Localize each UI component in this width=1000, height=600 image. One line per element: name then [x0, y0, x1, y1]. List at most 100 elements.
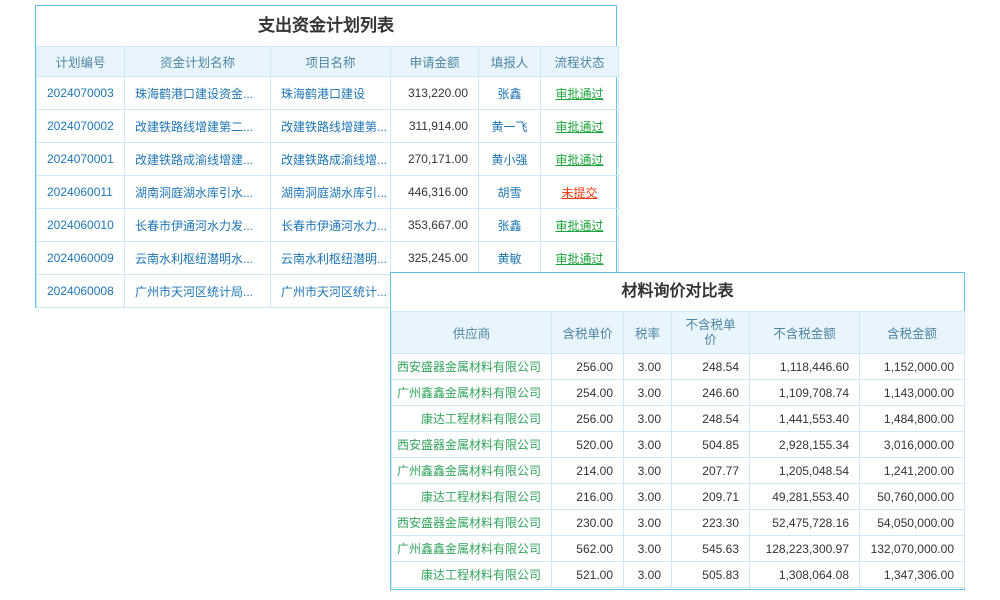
project-name-link[interactable]: 长春市伊通河水力...: [271, 209, 391, 242]
project-name-link[interactable]: 珠海鹤港口建设: [271, 77, 391, 110]
table-row: 西安盛器金属材料有限公司520.003.00504.852,928,155.34…: [392, 432, 965, 458]
col-header-supplier: 供应商: [392, 312, 552, 354]
tax-rate-value: 3.00: [624, 484, 672, 510]
reporter-name: 张鑫: [479, 77, 541, 110]
material-inquiry-table: 供应商 含税单价 税率 不含税单价 不含税金额 含税金额 西安盛器金属材料有限公…: [391, 311, 965, 588]
plan-name-link[interactable]: 长春市伊通河水力发...: [125, 209, 271, 242]
plan-name-link[interactable]: 改建铁路成渝线增建...: [125, 143, 271, 176]
plan-name-link[interactable]: 广州市天河区统计局...: [125, 275, 271, 308]
table-row: 西安盛器金属材料有限公司256.003.00248.541,118,446.60…: [392, 354, 965, 380]
supplier-name: 康达工程材料有限公司: [392, 406, 552, 432]
expense-plan-table: 计划编号 资金计划名称 项目名称 申请金额 填报人 流程状态 202407000…: [36, 46, 619, 308]
plan-name-link[interactable]: 湖南洞庭湖水库引水...: [125, 176, 271, 209]
price-with-tax-value: 520.00: [552, 432, 624, 458]
table-row: 2024070002改建铁路线增建第二...改建铁路线增建第...311,914…: [37, 110, 619, 143]
amount-with-tax-value: 1,241,200.00: [860, 458, 965, 484]
col-header-reporter: 填报人: [479, 47, 541, 77]
plan-id-link[interactable]: 2024070002: [37, 110, 125, 143]
project-name-link[interactable]: 改建铁路成渝线增...: [271, 143, 391, 176]
tax-rate-value: 3.00: [624, 406, 672, 432]
col-header-price-without-tax: 不含税单价: [672, 312, 750, 354]
process-status-link[interactable]: 审批通过: [541, 143, 619, 176]
price-without-tax-value: 545.63: [672, 536, 750, 562]
amount-with-tax-value: 50,760,000.00: [860, 484, 965, 510]
table-row: 西安盛器金属材料有限公司230.003.00223.3052,475,728.1…: [392, 510, 965, 536]
amount-without-tax-value: 1,109,708.74: [750, 380, 860, 406]
amount-without-tax-value: 1,441,553.40: [750, 406, 860, 432]
material-inquiry-panel: 材料询价对比表 供应商 含税单价 税率 不含税单价 不含税金额 含税金额 西安盛…: [390, 272, 965, 590]
material-inquiry-panel-title: 材料询价对比表: [391, 273, 964, 311]
col-header-price-with-tax: 含税单价: [552, 312, 624, 354]
col-header-apply-amount: 申请金额: [391, 47, 479, 77]
price-without-tax-value: 504.85: [672, 432, 750, 458]
plan-id-link[interactable]: 2024070003: [37, 77, 125, 110]
table-row: 广州鑫鑫金属材料有限公司214.003.00207.771,205,048.54…: [392, 458, 965, 484]
process-status-link[interactable]: 审批通过: [541, 242, 619, 275]
expense-plan-panel-title: 支出资金计划列表: [36, 6, 616, 46]
tax-rate-value: 3.00: [624, 562, 672, 588]
supplier-name: 康达工程材料有限公司: [392, 484, 552, 510]
process-status-link[interactable]: 审批通过: [541, 77, 619, 110]
expense-plan-header-row: 计划编号 资金计划名称 项目名称 申请金额 填报人 流程状态: [37, 47, 619, 77]
project-name-link[interactable]: 广州市天河区统计...: [271, 275, 391, 308]
price-without-tax-value: 248.54: [672, 354, 750, 380]
price-with-tax-value: 562.00: [552, 536, 624, 562]
plan-name-link[interactable]: 改建铁路线增建第二...: [125, 110, 271, 143]
col-header-status: 流程状态: [541, 47, 619, 77]
tax-rate-value: 3.00: [624, 458, 672, 484]
tax-rate-value: 3.00: [624, 432, 672, 458]
price-without-tax-value: 246.60: [672, 380, 750, 406]
plan-id-link[interactable]: 2024070001: [37, 143, 125, 176]
supplier-name: 西安盛器金属材料有限公司: [392, 432, 552, 458]
price-with-tax-value: 254.00: [552, 380, 624, 406]
price-with-tax-value: 216.00: [552, 484, 624, 510]
price-without-tax-value: 223.30: [672, 510, 750, 536]
tax-rate-value: 3.00: [624, 536, 672, 562]
supplier-name: 广州鑫鑫金属材料有限公司: [392, 458, 552, 484]
price-with-tax-value: 521.00: [552, 562, 624, 588]
plan-name-link[interactable]: 珠海鹤港口建设资金...: [125, 77, 271, 110]
table-row: 广州鑫鑫金属材料有限公司254.003.00246.601,109,708.74…: [392, 380, 965, 406]
reporter-name: 黄一飞: [479, 110, 541, 143]
amount-without-tax-value: 52,475,728.16: [750, 510, 860, 536]
table-row: 2024070001改建铁路成渝线增建...改建铁路成渝线增...270,171…: [37, 143, 619, 176]
process-status-link[interactable]: 审批通过: [541, 110, 619, 143]
amount-with-tax-value: 1,152,000.00: [860, 354, 965, 380]
plan-id-link[interactable]: 2024060009: [37, 242, 125, 275]
amount-with-tax-value: 1,484,800.00: [860, 406, 965, 432]
col-header-project-name: 项目名称: [271, 47, 391, 77]
reporter-name: 黄小强: [479, 143, 541, 176]
supplier-name: 康达工程材料有限公司: [392, 562, 552, 588]
price-with-tax-value: 214.00: [552, 458, 624, 484]
apply-amount-value: 446,316.00: [391, 176, 479, 209]
process-status-link[interactable]: 审批通过: [541, 209, 619, 242]
project-name-link[interactable]: 湖南洞庭湖水库引...: [271, 176, 391, 209]
project-name-link[interactable]: 改建铁路线增建第...: [271, 110, 391, 143]
material-inquiry-table-body: 西安盛器金属材料有限公司256.003.00248.541,118,446.60…: [392, 354, 965, 588]
plan-id-link[interactable]: 2024060008: [37, 275, 125, 308]
amount-without-tax-value: 1,205,048.54: [750, 458, 860, 484]
table-row: 广州鑫鑫金属材料有限公司562.003.00545.63128,223,300.…: [392, 536, 965, 562]
col-header-price-without-tax-label: 不含税单价: [683, 318, 739, 348]
reporter-name: 胡雪: [479, 176, 541, 209]
plan-name-link[interactable]: 云南水利枢纽潜明水...: [125, 242, 271, 275]
plan-id-link[interactable]: 2024060011: [37, 176, 125, 209]
col-header-amount-without-tax: 不含税金额: [750, 312, 860, 354]
amount-with-tax-value: 54,050,000.00: [860, 510, 965, 536]
supplier-name: 西安盛器金属材料有限公司: [392, 510, 552, 536]
apply-amount-value: 270,171.00: [391, 143, 479, 176]
price-without-tax-value: 209.71: [672, 484, 750, 510]
tax-rate-value: 3.00: [624, 354, 672, 380]
project-name-link[interactable]: 云南水利枢纽潜明...: [271, 242, 391, 275]
col-header-plan-name: 资金计划名称: [125, 47, 271, 77]
process-status-link[interactable]: 未提交: [541, 176, 619, 209]
apply-amount-value: 313,220.00: [391, 77, 479, 110]
price-without-tax-value: 248.54: [672, 406, 750, 432]
plan-id-link[interactable]: 2024060010: [37, 209, 125, 242]
amount-without-tax-value: 49,281,553.40: [750, 484, 860, 510]
material-inquiry-header-row: 供应商 含税单价 税率 不含税单价 不含税金额 含税金额: [392, 312, 965, 354]
amount-without-tax-value: 1,118,446.60: [750, 354, 860, 380]
table-row: 康达工程材料有限公司521.003.00505.831,308,064.081,…: [392, 562, 965, 588]
col-header-tax-rate: 税率: [624, 312, 672, 354]
amount-without-tax-value: 2,928,155.34: [750, 432, 860, 458]
